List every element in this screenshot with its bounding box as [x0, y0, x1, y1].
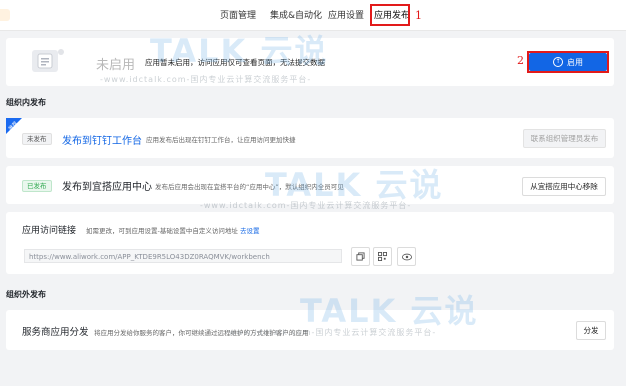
status-badge-unpublished: 未发布 — [22, 133, 52, 145]
distribute-title: 服务商应用分发 — [22, 327, 89, 338]
access-link-desc: 如需更改，可到应用设置-基础设置中自定义访问地址 — [86, 227, 238, 235]
publish-dingtalk-desc: 应用发布后出现在钉钉工作台，让应用访问更加快捷 — [146, 136, 296, 144]
status-badge-published: 已发布 — [22, 180, 52, 192]
access-url-field[interactable]: https://www.aliwork.com/APP_KTDE9R5LO43D… — [24, 249, 342, 263]
env-badge — [0, 9, 10, 21]
section-title-internal: 组织内发布 — [6, 98, 46, 107]
copy-link-button[interactable] — [351, 247, 370, 266]
section-title-external: 组织外发布 — [6, 290, 46, 299]
annotation-number-1: 1 — [415, 9, 422, 22]
eye-icon — [401, 253, 412, 260]
publish-yida-desc: 发布后应用会出现在宜搭平台的“应用中心”，默认组织内全员可见 — [155, 183, 344, 191]
tab-app-settings[interactable]: 应用设置 — [328, 8, 364, 21]
qrcode-button[interactable] — [373, 247, 392, 266]
tab-page-management[interactable]: 页面管理 — [220, 8, 256, 21]
tab-integration-automation[interactable]: 集成&自动化 — [270, 8, 322, 21]
qrcode-icon — [378, 252, 387, 261]
status-description: 应用暂未启用，访问应用仅可查看页面，无法提交数据 — [145, 58, 325, 67]
access-link-card — [6, 212, 614, 274]
copy-icon — [356, 252, 365, 261]
annotation-box-tab — [370, 4, 410, 26]
remove-from-center-button[interactable]: 从宜搭应用中心移除 — [522, 177, 606, 196]
preview-button[interactable] — [397, 247, 416, 266]
access-link-title: 应用访问链接 — [22, 226, 77, 236]
go-settings-link[interactable]: 去设置 — [240, 225, 260, 235]
distribute-button[interactable]: 分发 — [576, 321, 606, 340]
publish-yida-title: 发布到宜搭应用中心 — [62, 182, 152, 193]
publish-dingtalk-title[interactable]: 发布到钉钉工作台 — [62, 132, 142, 147]
annotation-number-2: 2 — [517, 54, 524, 67]
app-illustration-icon — [32, 49, 64, 72]
distribute-desc: 将应用分发给你服务的客户，你可继续通过远程维护的方式维护客户的应用 — [94, 329, 309, 337]
top-navigation: 页面管理 集成&自动化 应用设置 应用发布 1 — [0, 0, 626, 31]
status-text: 未启用 — [96, 58, 136, 73]
contact-admin-button[interactable]: 联系组织管理员发布 — [523, 129, 606, 148]
annotation-box-button — [527, 51, 609, 73]
